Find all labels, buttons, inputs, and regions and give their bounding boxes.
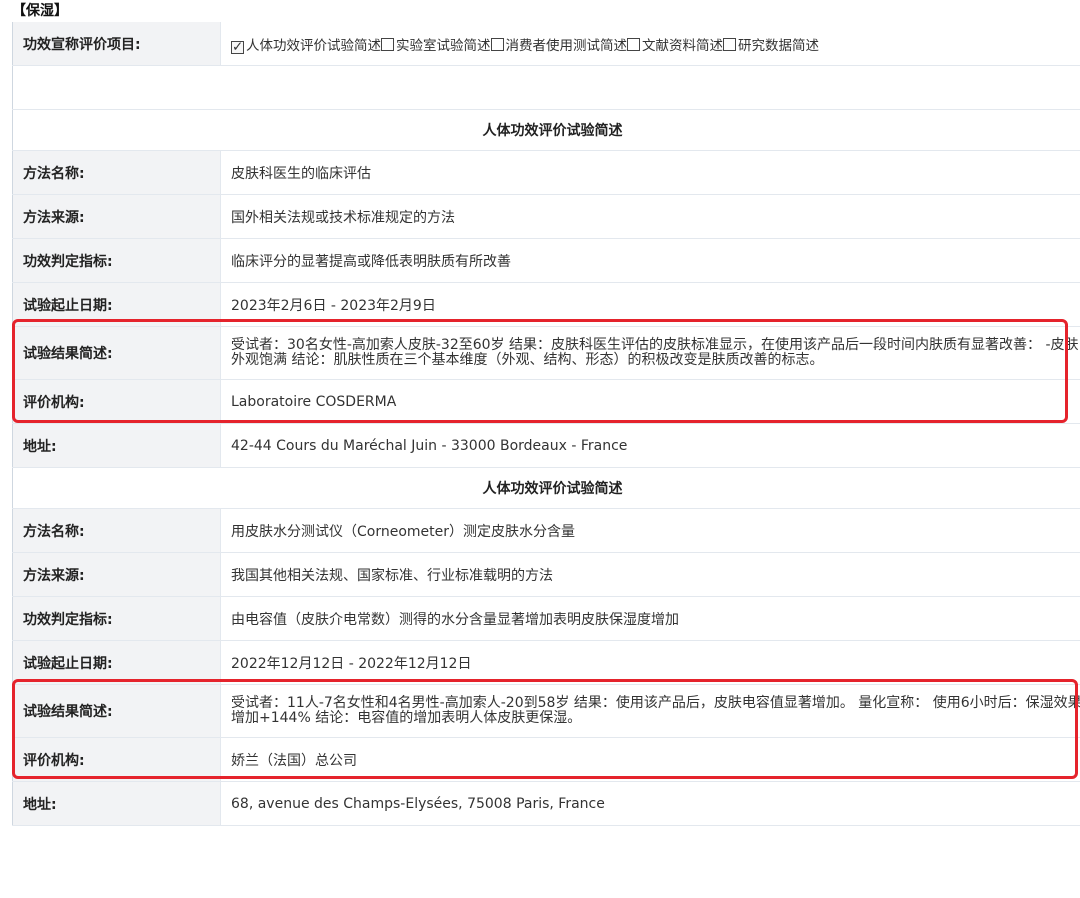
row-value: 2022年12月12日 - 2022年12月12日 [220,640,1080,685]
row-label: 试验起止日期: [12,640,221,685]
row-value: 国外相关法规或技术标准规定的方法 [220,194,1080,239]
option-label-2: 消费者使用测试简述 [505,37,628,54]
option-label-4: 研究数据简述 [738,37,819,54]
table-row: 功效判定指标: 临床评分的显著提高或降低表明肤质有所改善 [12,238,1080,283]
option-label-0: 人体功效评价试验简述 [246,37,381,54]
option-label-3: 文献资料简述 [642,37,723,54]
highlight-box-2 [12,679,1078,779]
row-value: 由电容值（皮肤介电常数）测得的水分含量显著增加表明皮肤保湿度增加 [220,596,1080,641]
table-row: 地址: 42-44 Cours du Maréchal Juin - 33000… [12,423,1080,468]
row-label: 方法来源: [12,194,221,239]
row-label: 地址: [12,423,221,468]
option-checkbox-0[interactable]: ✓ [231,40,244,54]
block-2-title: 人体功效评价试验简述 [12,467,1080,509]
row-value: 皮肤科医生的临床评估 [220,150,1080,195]
claim-options: ✓ 人体功效评价试验简述 实验室试验简述 消费者使用测试简述 文献资料简述 研究数据简述 [220,22,1080,66]
table-row: 方法来源: 我国其他相关法规、国家标准、行业标准载明的方法 [12,552,1080,597]
claim-row: 功效宣称评价项目: ✓ 人体功效评价试验简述 实验室试验简述 消费者使用测试简述 文献资… [12,22,1080,66]
row-value: 用皮肤水分测试仪（Corneometer）测定皮肤水分含量 [220,508,1080,553]
table-row: 方法名称: 用皮肤水分测试仪（Corneometer）测定皮肤水分含量 [12,508,1080,553]
table-row: 功效判定指标: 由电容值（皮肤介电常数）测得的水分含量显著增加表明皮肤保湿度增加 [12,596,1080,641]
row-value: 我国其他相关法规、国家标准、行业标准载明的方法 [220,552,1080,597]
row-label: 功效判定指标: [12,596,221,641]
row-label: 方法来源: [12,552,221,597]
block-2-title-row: 人体功效评价试验简述 [12,467,1080,509]
row-label: 方法名称: [12,150,221,195]
row-value: 临床评分的显著提高或降低表明肤质有所改善 [220,238,1080,283]
row-label: 功效判定指标: [12,238,221,283]
block-1-title: 人体功效评价试验简述 [12,109,1080,151]
section-title: 【保湿】 [12,3,68,19]
table-row: 方法来源: 国外相关法规或技术标准规定的方法 [12,194,1080,239]
row-label: 方法名称: [12,508,221,553]
blank-row [12,65,1080,110]
row-label: 地址: [12,781,221,826]
option-checkbox-4[interactable] [723,37,736,51]
option-checkbox-1[interactable] [381,37,394,51]
row-value: 68, avenue des Champs-Elysées, 75008 Par… [220,781,1080,826]
option-label-1: 实验室试验简述 [396,37,491,54]
block-1-title-row: 人体功效评价试验简述 [12,109,1080,151]
table-row: 地址: 68, avenue des Champs-Elysées, 75008… [12,781,1080,826]
row-value: 42-44 Cours du Maréchal Juin - 33000 Bor… [220,423,1080,468]
claim-label: 功效宣称评价项目: [12,22,221,66]
table-row: 方法名称: 皮肤科医生的临床评估 [12,150,1080,195]
option-checkbox-3[interactable] [627,37,640,51]
table-row: 试验起止日期: 2022年12月12日 - 2022年12月12日 [12,640,1080,685]
option-checkbox-2[interactable] [490,37,504,51]
highlight-box-1 [12,319,1068,423]
